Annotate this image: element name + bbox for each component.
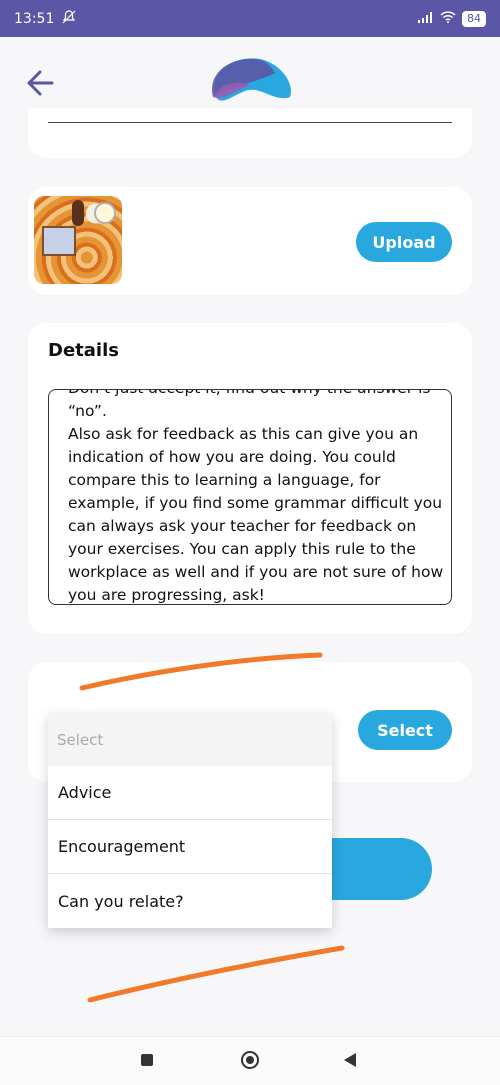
- thumbnail-panel: [42, 226, 76, 256]
- dropdown-option-can-you-relate[interactable]: Can you relate?: [48, 874, 332, 928]
- bell-off-icon: [62, 9, 76, 28]
- upload-card: Upload: [28, 187, 472, 295]
- status-time: 13:51: [14, 10, 55, 27]
- status-bar: 13:51 84: [0, 0, 500, 37]
- category-dropdown: Select Advice Encouragement Can you rela…: [48, 713, 332, 928]
- details-textarea[interactable]: Don’t just accept it, find out why the a…: [48, 389, 452, 605]
- details-text: Don’t just accept it, find out why the a…: [68, 390, 444, 604]
- annotation-stroke-bottom: [87, 945, 345, 1003]
- back-arrow-icon[interactable]: [22, 63, 62, 103]
- dropdown-option-advice[interactable]: Advice: [48, 766, 332, 820]
- uploaded-image-thumbnail[interactable]: [34, 196, 122, 284]
- upload-button[interactable]: Upload: [356, 222, 452, 262]
- details-title: Details: [48, 340, 119, 361]
- status-left: 13:51: [14, 9, 76, 28]
- select-button[interactable]: Select: [358, 710, 452, 750]
- status-right: 84: [418, 10, 486, 27]
- details-card: Details Don’t just accept it, find out w…: [28, 323, 472, 634]
- recent-apps-icon[interactable]: [141, 1054, 153, 1066]
- previous-field-card: [28, 108, 472, 158]
- nav-back-icon[interactable]: [344, 1053, 356, 1067]
- dropdown-placeholder[interactable]: Select: [48, 713, 332, 766]
- home-icon[interactable]: [241, 1051, 259, 1069]
- field-underline: [48, 122, 452, 123]
- thumbnail-bulb: [94, 202, 116, 224]
- signal-icon: [418, 11, 434, 27]
- battery-indicator: 84: [462, 10, 486, 27]
- dropdown-option-encouragement[interactable]: Encouragement: [48, 820, 332, 874]
- system-nav-bar: [0, 1036, 500, 1085]
- wifi-icon: [440, 10, 456, 27]
- thumbnail-figure: [72, 200, 84, 226]
- app-logo-icon: [205, 55, 295, 107]
